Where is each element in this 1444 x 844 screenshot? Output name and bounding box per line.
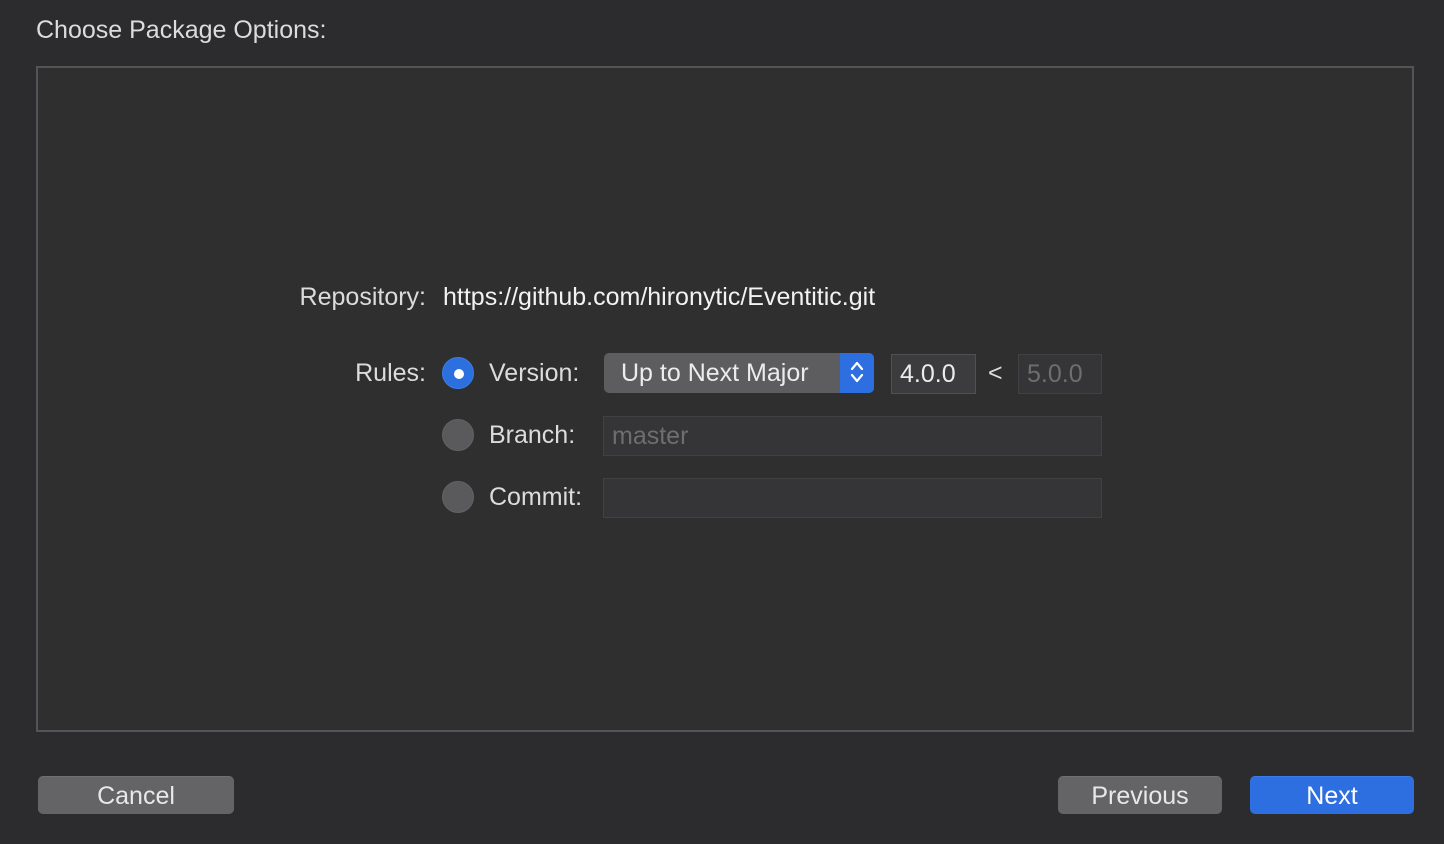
version-range-separator: < bbox=[988, 359, 1003, 387]
version-rule-popup[interactable]: Up to Next Major bbox=[604, 353, 874, 393]
previous-button[interactable]: Previous bbox=[1058, 776, 1222, 814]
version-radio-button[interactable] bbox=[442, 357, 474, 389]
branch-radio-button[interactable] bbox=[442, 419, 474, 451]
version-label: Version: bbox=[489, 359, 580, 387]
options-panel bbox=[36, 66, 1414, 732]
cancel-button[interactable]: Cancel bbox=[38, 776, 234, 814]
repository-url: https://github.com/hironytic/Eventitic.g… bbox=[443, 283, 876, 311]
commit-radio-button[interactable] bbox=[442, 481, 474, 513]
chevron-up-down-icon bbox=[840, 353, 874, 393]
branch-field-placeholder: master bbox=[612, 422, 689, 450]
version-upper-bound-field: 5.0.0 bbox=[1018, 354, 1102, 394]
version-rule-selected: Up to Next Major bbox=[621, 359, 809, 387]
commit-label: Commit: bbox=[489, 483, 583, 511]
branch-label: Branch: bbox=[489, 421, 576, 449]
rules-label: Rules: bbox=[355, 359, 426, 387]
package-options-sheet: Choose Package Options: Repository: http… bbox=[0, 0, 1444, 844]
branch-field[interactable]: master bbox=[603, 416, 1102, 456]
next-button[interactable]: Next bbox=[1250, 776, 1414, 814]
version-lower-bound-field[interactable]: 4.0.0 bbox=[891, 354, 976, 394]
commit-field[interactable] bbox=[603, 478, 1102, 518]
page-title: Choose Package Options: bbox=[36, 16, 327, 44]
repository-label: Repository: bbox=[299, 283, 426, 311]
